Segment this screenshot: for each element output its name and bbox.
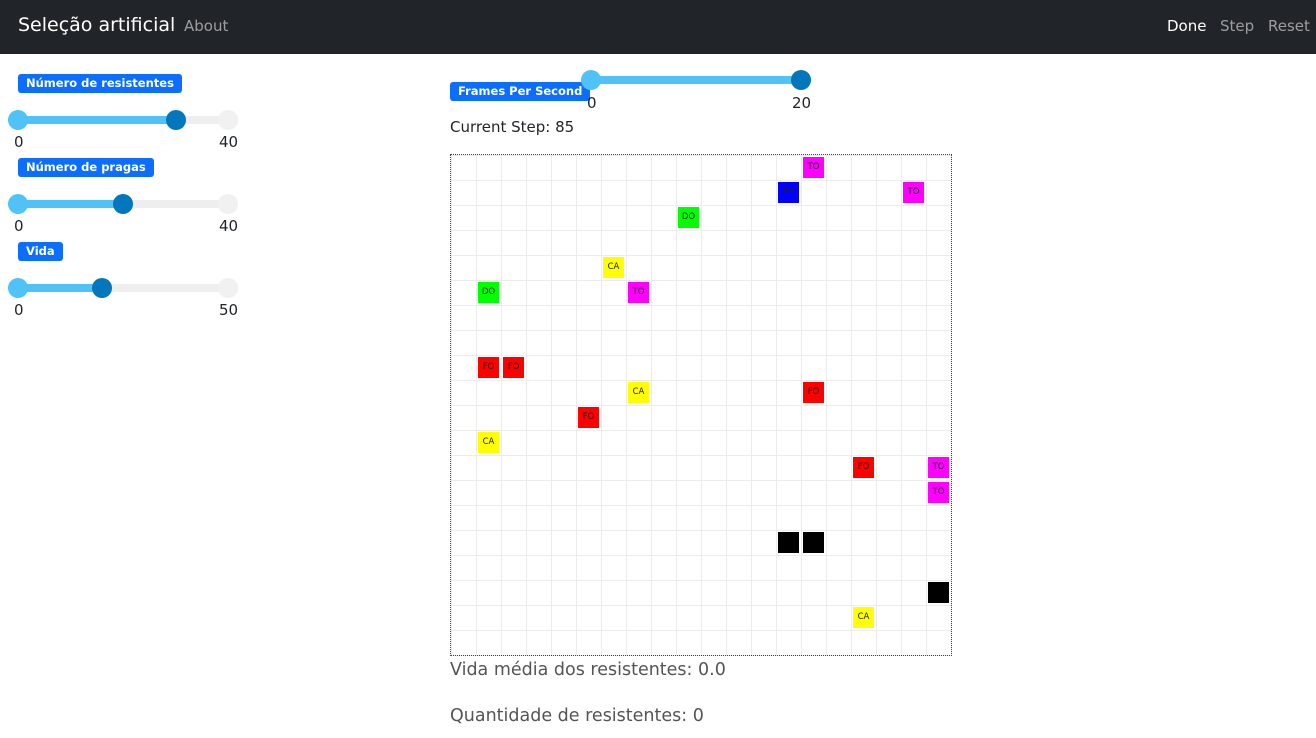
slider-min-label: 0 <box>14 217 24 235</box>
slider-end-handle <box>218 110 238 130</box>
slider-min-handle[interactable] <box>581 70 601 90</box>
slider-max-handle[interactable] <box>113 194 133 214</box>
slider-min-handle[interactable] <box>8 110 28 130</box>
slider-max-label: 40 <box>219 217 239 235</box>
brand-title[interactable]: Seleção artificial <box>18 14 175 36</box>
slider-min-label: 0 <box>587 94 597 112</box>
grid-agent: TO <box>928 457 949 478</box>
grid-agent: DO <box>678 207 699 228</box>
slider-min-handle[interactable] <box>8 278 28 298</box>
pragas-label: Número de pragas <box>18 158 154 177</box>
grid-agent: FO <box>578 407 599 428</box>
grid-agent: CA <box>478 432 499 453</box>
step-button[interactable]: Step <box>1220 17 1254 35</box>
slider-end-handle <box>218 278 238 298</box>
grid-agent: DO <box>478 282 499 303</box>
grid-agent: TO <box>903 182 924 203</box>
slider-min-label: 0 <box>14 301 24 319</box>
grid-agent: RA <box>778 182 799 203</box>
fps-slider[interactable]: 0 20 <box>581 70 821 114</box>
simulation-grid: TO RA TO DO CA DO TO FO FO CA FO FO CA FO TO TO CA <box>450 154 952 656</box>
grid-agent: CA <box>603 257 624 278</box>
resistentes-label: Número de resistentes <box>18 74 182 93</box>
vida-media-stat: Vida média dos resistentes: 0.0 <box>450 660 726 680</box>
reset-button[interactable]: Reset <box>1268 17 1310 35</box>
slider-min-label: 0 <box>14 133 24 151</box>
done-button[interactable]: Done <box>1167 17 1206 35</box>
slider-min-handle[interactable] <box>8 194 28 214</box>
slider-end-handle <box>218 194 238 214</box>
grid-agent: FO <box>503 357 524 378</box>
slider-fill <box>581 76 801 84</box>
resistentes-slider[interactable]: 0 40 <box>8 110 248 151</box>
slider-max-label: 50 <box>219 301 239 319</box>
slider-max-handle[interactable] <box>92 278 112 298</box>
grid-agent: CA <box>628 382 649 403</box>
grid-agent: TO <box>803 157 824 178</box>
grid-agent <box>803 532 824 553</box>
vida-label: Vida <box>18 242 63 261</box>
pragas-slider[interactable]: 0 40 <box>8 194 248 235</box>
slider-max-handle[interactable] <box>791 70 811 90</box>
slider-max-label: 40 <box>219 133 239 151</box>
vida-slider[interactable]: 0 50 <box>8 278 248 319</box>
about-link[interactable]: About <box>184 17 228 35</box>
grid-agent <box>928 582 949 603</box>
grid-agent: FO <box>478 357 499 378</box>
quantidade-stat: Quantidade de resistentes: 0 <box>450 706 704 726</box>
navbar: Seleção artificial About Done Step Reset <box>0 0 1316 54</box>
slider-max-handle[interactable] <box>166 110 186 130</box>
grid-agent: FO <box>853 457 874 478</box>
grid-agent: TO <box>928 482 949 503</box>
grid-agent: TO <box>628 282 649 303</box>
slider-max-label: 20 <box>792 94 812 112</box>
grid-agent: CA <box>853 607 874 628</box>
current-step: Current Step: 85 <box>450 118 575 136</box>
grid-agent: FO <box>803 382 824 403</box>
fps-label: Frames Per Second <box>450 82 591 101</box>
grid-agent <box>778 532 799 553</box>
slider-fill <box>8 116 176 124</box>
